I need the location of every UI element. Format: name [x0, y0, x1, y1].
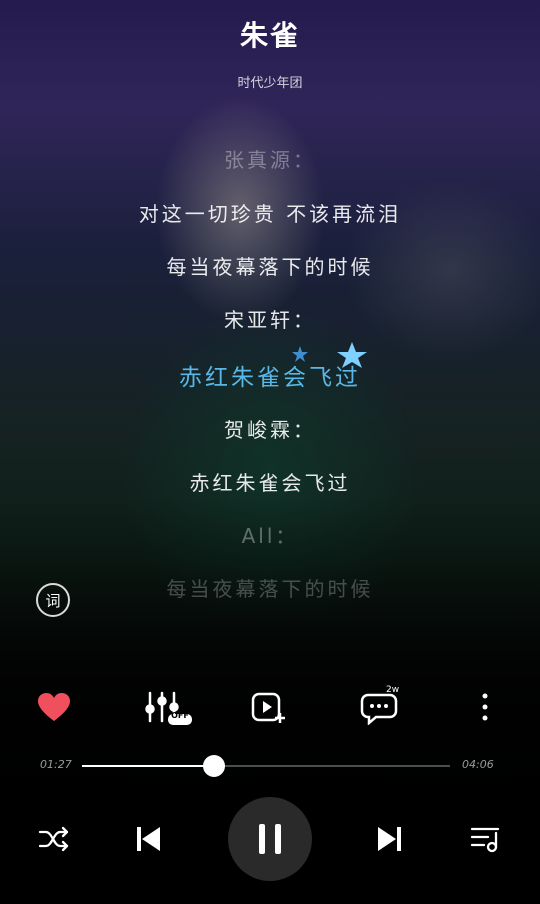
lyric-line: 贺峻霖： — [224, 418, 316, 442]
comment-count: 2w — [386, 685, 400, 695]
comment-icon[interactable]: 2w — [356, 685, 404, 729]
lyric-line: 宋亚轩： — [224, 308, 316, 332]
progress-track[interactable] — [82, 755, 450, 777]
lyric-line-current: 赤红朱雀会飞过 — [179, 365, 361, 391]
elapsed-time: 01:27 — [40, 758, 72, 771]
next-track-icon[interactable] — [372, 823, 408, 855]
shuffle-icon[interactable] — [36, 823, 72, 855]
lyrics-mode-button[interactable]: 词 — [36, 583, 70, 617]
song-artist[interactable]: 时代少年团 — [0, 72, 540, 91]
total-time: 04:06 — [462, 758, 494, 771]
playlist-icon[interactable] — [468, 823, 504, 855]
play-pause-button[interactable] — [228, 797, 312, 881]
lyric-line: 每当夜幕落下的时候 — [166, 255, 374, 279]
lyric-line: 每当夜幕落下的时候 — [166, 577, 374, 601]
more-options-icon[interactable] — [470, 687, 500, 727]
lyric-line: 张真源： — [224, 148, 316, 172]
sparkle-stars-icon — [292, 342, 367, 368]
lyrics-mode-label: 词 — [45, 591, 61, 610]
previous-track-icon[interactable] — [130, 823, 166, 855]
add-video-icon[interactable] — [248, 687, 288, 727]
song-title: 朱雀 — [239, 19, 300, 52]
lyric-line: All： — [241, 524, 299, 548]
like-heart-icon[interactable] — [34, 687, 74, 727]
playback-controls — [0, 795, 540, 883]
lyric-line: 对这一切珍贵 不该再流泪 — [138, 202, 402, 226]
sound-effect-icon[interactable]: OFF — [140, 685, 196, 729]
action-bar: OFF 2w — [0, 685, 540, 729]
progress-bar[interactable]: 01:27 04:06 — [0, 755, 540, 777]
lyric-line: 赤红朱雀会飞过 — [189, 471, 351, 495]
progress-fill — [82, 765, 215, 767]
progress-thumb[interactable] — [203, 755, 226, 777]
pause-icon — [259, 824, 281, 854]
effect-off-badge: OFF — [171, 711, 189, 720]
